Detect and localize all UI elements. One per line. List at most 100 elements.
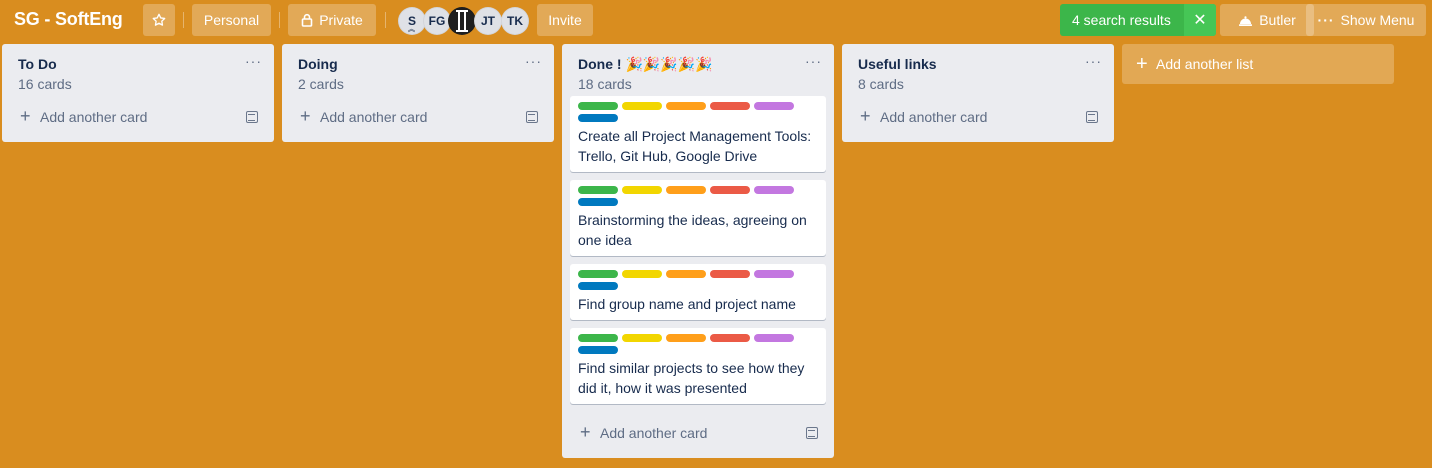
card-template-icon[interactable] bbox=[246, 111, 258, 123]
header-divider bbox=[279, 12, 280, 28]
label-blue[interactable] bbox=[578, 346, 618, 354]
lock-icon bbox=[301, 13, 313, 27]
label-purple[interactable] bbox=[754, 186, 794, 194]
label-orange[interactable] bbox=[666, 270, 706, 278]
board-header: SG - SoftEng Personal Private S ︽ FG JT … bbox=[0, 0, 1432, 40]
add-card-button[interactable]: + Add another card bbox=[2, 96, 274, 142]
label-yellow[interactable] bbox=[622, 334, 662, 342]
card[interactable]: Find similar projects to see how they di… bbox=[570, 328, 826, 404]
add-card-label: Add another card bbox=[880, 109, 988, 125]
card[interactable]: Brainstorming the ideas, agreeing on one… bbox=[570, 180, 826, 256]
label-green[interactable] bbox=[578, 334, 618, 342]
personal-label: Personal bbox=[203, 12, 260, 28]
invite-label: Invite bbox=[548, 12, 582, 28]
star-icon bbox=[152, 13, 166, 26]
personal-button[interactable]: Personal bbox=[192, 4, 271, 36]
plus-icon: + bbox=[580, 422, 591, 442]
card-title: Find similar projects to see how they di… bbox=[578, 360, 805, 396]
label-red[interactable] bbox=[710, 270, 750, 278]
list-header: Useful links 8 cards ··· bbox=[842, 44, 1114, 96]
label-green[interactable] bbox=[578, 186, 618, 194]
invite-button[interactable]: Invite bbox=[537, 4, 593, 36]
label-purple[interactable] bbox=[754, 334, 794, 342]
label-purple[interactable] bbox=[754, 102, 794, 110]
member-avatar[interactable]: FG bbox=[423, 7, 451, 35]
private-label: Private bbox=[319, 12, 363, 28]
list-name[interactable]: Doing bbox=[298, 56, 338, 72]
add-card-label: Add another card bbox=[320, 109, 428, 125]
plus-icon: + bbox=[860, 106, 871, 126]
search-results-pill[interactable]: 4 search results ✕ bbox=[1060, 4, 1216, 36]
label-yellow[interactable] bbox=[622, 102, 662, 110]
card-labels bbox=[578, 186, 808, 210]
list-header: Doing 2 cards ··· bbox=[282, 44, 554, 96]
butler-bell-icon bbox=[1239, 15, 1253, 26]
member-avatar[interactable] bbox=[448, 7, 476, 35]
plus-icon: + bbox=[20, 106, 31, 126]
header-divider bbox=[385, 12, 386, 28]
clear-search-close-icon[interactable]: ✕ bbox=[1184, 4, 1216, 36]
list-name[interactable]: Done ! 🎉🎉🎉🎉🎉 bbox=[578, 56, 713, 73]
list-card-count: 8 cards bbox=[858, 76, 904, 92]
add-card-button[interactable]: + Add another card bbox=[842, 96, 1114, 142]
star-button[interactable] bbox=[143, 4, 175, 36]
label-orange[interactable] bbox=[666, 186, 706, 194]
card[interactable]: Find group name and project name bbox=[570, 264, 826, 320]
add-list-label: Add another list bbox=[1156, 56, 1254, 72]
list-name[interactable]: To Do bbox=[18, 56, 57, 72]
list-done: Done ! 🎉🎉🎉🎉🎉 18 cards ··· Create all Pro… bbox=[562, 44, 834, 458]
label-blue[interactable] bbox=[578, 198, 618, 206]
list-card-count: 18 cards bbox=[578, 76, 632, 92]
label-green[interactable] bbox=[578, 102, 618, 110]
butler-button[interactable]: Butler bbox=[1220, 4, 1314, 36]
list-header: Done ! 🎉🎉🎉🎉🎉 18 cards ··· bbox=[562, 44, 834, 96]
plus-icon: + bbox=[300, 106, 311, 126]
label-orange[interactable] bbox=[666, 102, 706, 110]
list-menu-icon[interactable]: ··· bbox=[805, 53, 822, 69]
add-card-label: Add another card bbox=[40, 109, 148, 125]
add-card-label: Add another card bbox=[600, 425, 708, 441]
label-yellow[interactable] bbox=[622, 186, 662, 194]
list-menu-icon[interactable]: ··· bbox=[245, 53, 262, 69]
label-green[interactable] bbox=[578, 270, 618, 278]
board-title[interactable]: SG - SoftEng bbox=[14, 9, 123, 30]
card-list: Create all Project Management Tools: Tre… bbox=[562, 96, 834, 404]
show-menu-button[interactable]: ··· Show Menu bbox=[1306, 4, 1426, 36]
private-button[interactable]: Private bbox=[288, 4, 376, 36]
list-doing: Doing 2 cards ··· + Add another card bbox=[282, 44, 554, 142]
add-list-button[interactable]: + Add another list bbox=[1122, 44, 1394, 84]
card-labels bbox=[578, 334, 808, 358]
label-blue[interactable] bbox=[578, 114, 618, 122]
member-avatar[interactable]: TK bbox=[501, 7, 529, 35]
card-template-icon[interactable] bbox=[806, 427, 818, 439]
card-labels bbox=[578, 270, 808, 294]
label-blue[interactable] bbox=[578, 282, 618, 290]
butler-label: Butler bbox=[1259, 12, 1296, 28]
label-yellow[interactable] bbox=[622, 270, 662, 278]
label-red[interactable] bbox=[710, 334, 750, 342]
member-avatar[interactable]: JT bbox=[474, 7, 502, 35]
add-card-button[interactable]: + Add another card bbox=[282, 96, 554, 142]
list-menu-icon[interactable]: ··· bbox=[525, 53, 542, 69]
label-purple[interactable] bbox=[754, 270, 794, 278]
list-name[interactable]: Useful links bbox=[858, 56, 937, 72]
list-menu-icon[interactable]: ··· bbox=[1085, 53, 1102, 69]
list-useful-links: Useful links 8 cards ··· + Add another c… bbox=[842, 44, 1114, 142]
add-card-button[interactable]: + Add another card bbox=[562, 412, 834, 458]
list-card-count: 2 cards bbox=[298, 76, 344, 92]
admin-chevron-icon: ︽ bbox=[408, 26, 415, 33]
search-results-label: 4 search results bbox=[1072, 12, 1171, 28]
member-initials: TK bbox=[507, 14, 523, 28]
member-initials: FG bbox=[428, 14, 446, 28]
card-template-icon[interactable] bbox=[526, 111, 538, 123]
label-red[interactable] bbox=[710, 102, 750, 110]
card[interactable]: Create all Project Management Tools: Tre… bbox=[570, 96, 826, 172]
label-red[interactable] bbox=[710, 186, 750, 194]
header-divider bbox=[183, 12, 184, 28]
more-dots-icon: ··· bbox=[1317, 12, 1335, 28]
member-avatar[interactable]: S ︽ bbox=[398, 7, 426, 35]
card-title: Brainstorming the ideas, agreeing on one… bbox=[578, 212, 807, 248]
card-labels bbox=[578, 102, 808, 126]
label-orange[interactable] bbox=[666, 334, 706, 342]
card-template-icon[interactable] bbox=[1086, 111, 1098, 123]
